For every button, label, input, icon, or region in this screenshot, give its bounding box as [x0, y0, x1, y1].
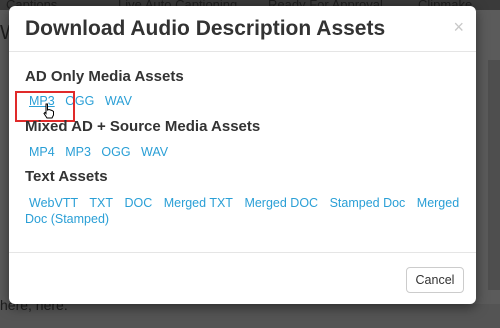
text-asset-links: WebVTT TXT DOC Merged TXT Merged DOC Sta…	[25, 195, 465, 227]
close-icon[interactable]: ×	[453, 17, 464, 38]
text-txt-link[interactable]: TXT	[89, 196, 113, 210]
ad-only-wav-link[interactable]: WAV	[105, 94, 132, 108]
text-merged-doc-link[interactable]: Merged DOC	[244, 196, 318, 210]
background-sidebar	[488, 60, 500, 290]
mixed-ogg-link[interactable]: OGG	[101, 145, 130, 159]
modal-footer: Cancel	[9, 252, 476, 304]
section-heading-text: Text Assets	[25, 168, 108, 185]
download-assets-modal: Download Audio Description Assets × AD O…	[9, 6, 476, 304]
cancel-button[interactable]: Cancel	[406, 267, 464, 293]
mixed-links: MP4 MP3 OGG WAV	[25, 145, 175, 159]
background-bottom-strip	[0, 304, 500, 328]
hand-cursor-icon	[43, 103, 54, 119]
section-heading-mixed: Mixed AD + Source Media Assets	[25, 118, 261, 135]
modal-title: Download Audio Description Assets	[25, 17, 386, 40]
text-stamped-doc-link[interactable]: Stamped Doc	[330, 196, 406, 210]
modal-header: Download Audio Description Assets ×	[9, 6, 476, 52]
text-webvtt-link[interactable]: WebVTT	[29, 196, 78, 210]
section-heading-ad-only: AD Only Media Assets	[25, 68, 184, 85]
text-merged-txt-link[interactable]: Merged TXT	[164, 196, 233, 210]
mixed-mp3-link[interactable]: MP3	[65, 145, 91, 159]
mixed-mp4-link[interactable]: MP4	[29, 145, 55, 159]
text-doc-link[interactable]: DOC	[124, 196, 152, 210]
mixed-wav-link[interactable]: WAV	[141, 145, 168, 159]
